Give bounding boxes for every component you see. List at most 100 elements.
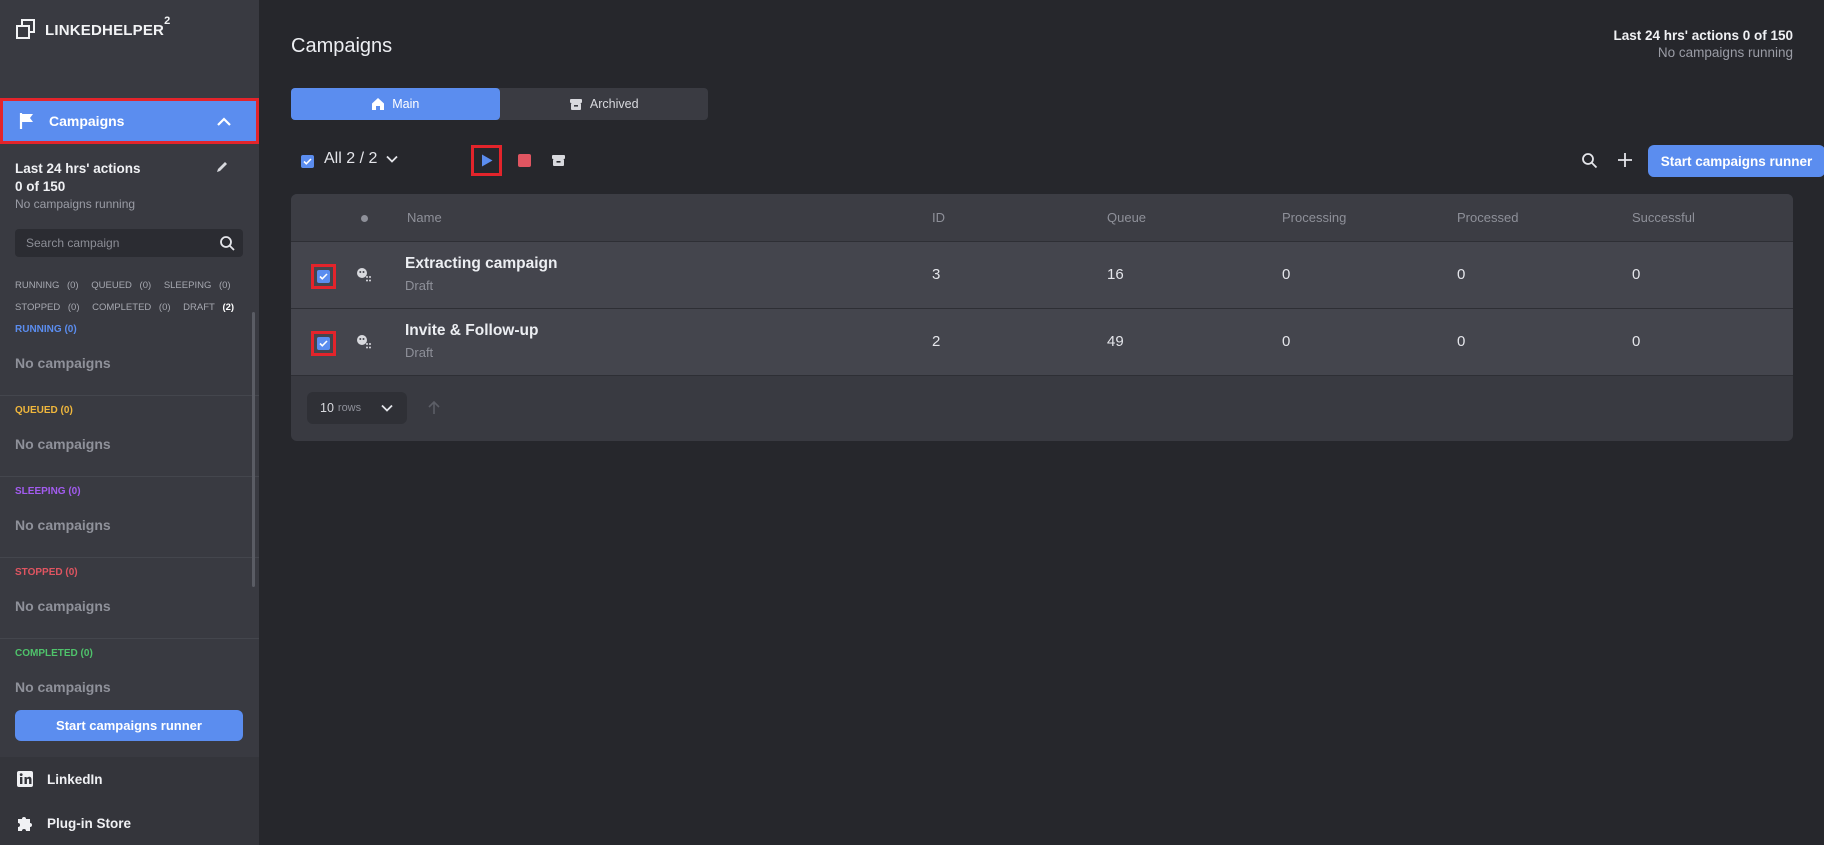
page-title: Campaigns <box>291 35 393 57</box>
logo-text: LINKEDHELPER2 <box>45 14 171 39</box>
main-content: Campaigns Last 24 hrs' actions 0 of 150 … <box>259 0 1824 845</box>
campaign-type-icon <box>357 335 371 349</box>
group-empty-text: No campaigns <box>15 355 111 371</box>
arrow-up-icon[interactable] <box>426 400 442 416</box>
header-id[interactable]: ID <box>932 210 945 225</box>
filter-stopped[interactable]: STOPPED (0) <box>15 302 85 313</box>
filter-completed[interactable]: COMPLETED (0) <box>92 302 175 313</box>
sidebar-start-runner-button[interactable]: Start campaigns runner <box>15 710 243 741</box>
puzzle-icon <box>18 817 32 831</box>
group-label: STOPPED (0) <box>15 567 78 578</box>
flag-icon <box>19 113 33 129</box>
group-empty-text: No campaigns <box>15 517 111 533</box>
campaigns-section-toggle[interactable]: Campaigns <box>0 98 259 144</box>
campaign-name[interactable]: Invite & Follow-up <box>405 322 538 340</box>
search-icon[interactable] <box>219 235 235 251</box>
campaigns-toolbar: All 2 / 2 Start campaigns runner <box>291 145 1824 177</box>
checkbox-box <box>317 337 330 350</box>
sidebar-item-plugin-store[interactable]: Plug-in Store <box>16 814 131 832</box>
search-icon[interactable] <box>1581 152 1598 169</box>
group-queued: QUEUED (0) No campaigns <box>0 396 259 477</box>
check-icon <box>303 158 312 165</box>
table-row[interactable]: Extracting campaign Draft 3 16 0 0 0 <box>291 242 1793 309</box>
header-running-status: No campaigns running <box>1657 45 1793 60</box>
sidebar-scrollbar[interactable] <box>252 312 255 587</box>
group-label: QUEUED (0) <box>15 405 73 416</box>
filter-queued[interactable]: QUEUED (0) <box>91 280 156 291</box>
cell-successful: 0 <box>1632 333 1641 350</box>
sidebar-item-label: Plug-in Store <box>47 815 131 831</box>
archive-selected-icon[interactable] <box>551 153 566 168</box>
campaign-groups-list: RUNNING (0) No campaigns QUEUED (0) No c… <box>0 315 259 695</box>
app-logo[interactable]: LINKEDHELPER2 <box>15 14 171 40</box>
group-empty-text: No campaigns <box>15 598 111 614</box>
campaign-type-icon <box>357 268 371 282</box>
filter-draft[interactable]: DRAFT (2) <box>183 302 234 313</box>
add-campaign-icon[interactable] <box>1616 151 1634 169</box>
filter-running[interactable]: RUNNING (0) <box>15 280 84 291</box>
tab-label: Main <box>392 97 420 111</box>
select-all-checkbox[interactable] <box>301 155 314 168</box>
status-filters: RUNNING (0) QUEUED (0) SLEEPING (0) STOP… <box>15 275 245 319</box>
group-empty-text: No campaigns <box>15 436 111 452</box>
search-campaign-input[interactable] <box>26 236 206 250</box>
campaigns-table: Name ID Queue Processing Processed Succe… <box>291 194 1793 441</box>
chevron-down-icon <box>386 155 398 163</box>
table-row[interactable]: Invite & Follow-up Draft 2 49 0 0 0 <box>291 309 1793 376</box>
rows-per-page-select[interactable]: 10 rows <box>307 392 407 424</box>
campaign-status: Draft <box>405 278 434 293</box>
tab-main[interactable]: Main <box>291 88 500 120</box>
row-checkbox[interactable] <box>311 331 336 356</box>
cell-queue: 49 <box>1107 333 1124 350</box>
logo-icon <box>16 19 35 39</box>
selection-label: All 2 / 2 <box>324 150 378 167</box>
group-empty-text: No campaigns <box>15 679 111 695</box>
header-successful[interactable]: Successful <box>1632 210 1695 225</box>
sidebar-item-label: LinkedIn <box>47 771 103 787</box>
home-icon <box>372 98 385 110</box>
table-header: Name ID Queue Processing Processed Succe… <box>291 194 1793 242</box>
header-processing[interactable]: Processing <box>1282 210 1346 225</box>
cell-id: 3 <box>932 266 941 283</box>
group-label: SLEEPING (0) <box>15 486 81 497</box>
header-name[interactable]: Name <box>407 210 442 225</box>
header-actions-summary: Last 24 hrs' actions 0 of 150 <box>1613 28 1793 43</box>
group-sleeping: SLEEPING (0) No campaigns <box>0 477 259 558</box>
play-icon <box>481 154 492 167</box>
filter-sleeping[interactable]: SLEEPING (0) <box>164 280 236 291</box>
app-window: LINKEDHELPER2 Campaigns Last 24 hrs' act… <box>0 0 1824 845</box>
sidebar: LINKEDHELPER2 Campaigns Last 24 hrs' act… <box>0 0 259 845</box>
campaigns-section-label: Campaigns <box>49 113 125 129</box>
chevron-up-icon <box>217 117 231 126</box>
sidebar-actions-summary: Last 24 hrs' actions 0 of 150 No campaig… <box>15 160 235 211</box>
header-processed[interactable]: Processed <box>1457 210 1518 225</box>
cell-processing: 0 <box>1282 266 1291 283</box>
check-icon <box>319 340 328 347</box>
pencil-icon[interactable] <box>215 160 229 174</box>
tab-label: Archived <box>589 97 639 111</box>
header-queue[interactable]: Queue <box>1107 210 1146 225</box>
cell-queue: 16 <box>1107 266 1124 283</box>
group-stopped: STOPPED (0) No campaigns <box>0 558 259 639</box>
start-selected-button[interactable] <box>471 145 502 176</box>
cell-id: 2 <box>932 333 941 350</box>
tab-archived[interactable]: Archived <box>500 88 709 120</box>
campaign-status: Draft <box>405 345 434 360</box>
sidebar-search <box>15 229 243 257</box>
header-stats: Last 24 hrs' actions 0 of 150 No campaig… <box>1613 28 1793 60</box>
sidebar-item-linkedin[interactable]: LinkedIn <box>16 770 103 788</box>
running-status: No campaigns running <box>15 197 136 211</box>
selection-dropdown[interactable]: All 2 / 2 <box>324 150 399 168</box>
group-label: COMPLETED (0) <box>15 648 93 659</box>
group-label: RUNNING (0) <box>15 324 77 335</box>
group-completed: COMPLETED (0) No campaigns <box>0 639 259 695</box>
stop-selected-button[interactable] <box>518 154 531 167</box>
cell-processed: 0 <box>1457 333 1466 350</box>
row-checkbox[interactable] <box>311 264 336 289</box>
chevron-down-icon <box>381 404 393 412</box>
cell-processing: 0 <box>1282 333 1291 350</box>
start-runner-button[interactable]: Start campaigns runner <box>1648 145 1824 177</box>
rows-per-page-value: 10 <box>320 401 334 415</box>
archive-icon <box>569 99 582 110</box>
campaign-name[interactable]: Extracting campaign <box>405 255 557 273</box>
